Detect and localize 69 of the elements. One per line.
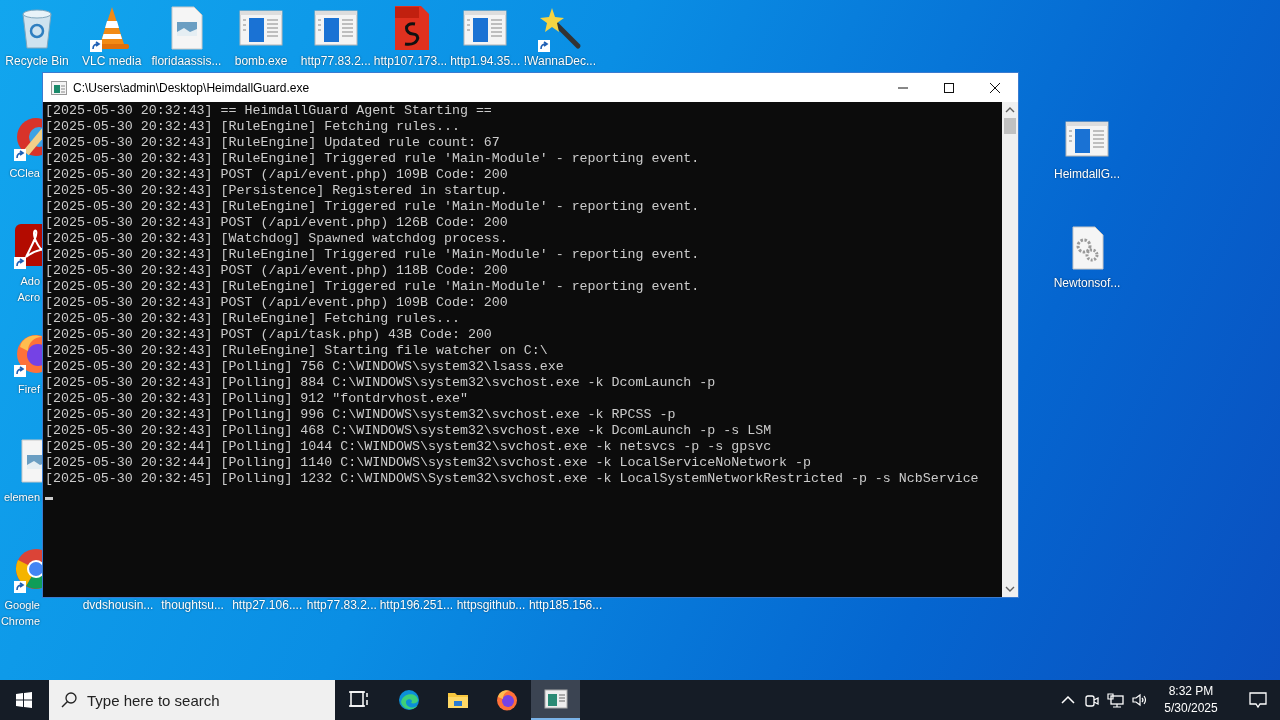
browser-icon xyxy=(494,688,519,712)
icon-label[interactable]: dvdshousin... xyxy=(82,598,154,612)
scroll-up-icon[interactable] xyxy=(1005,106,1015,114)
console-line: [2025-05-30 20:32:43] POST (/api/event.php) 109B Code: 200 xyxy=(45,295,508,311)
icon-label[interactable]: floridaassis... xyxy=(151,54,222,68)
text-cursor xyxy=(45,497,53,500)
icon-label[interactable]: http1.94.35... xyxy=(450,54,521,68)
icon-label[interactable]: !WannaDec... xyxy=(523,54,596,68)
icon-label[interactable]: Firef xyxy=(0,381,40,397)
icon-label[interactable]: VLC media xyxy=(82,54,142,68)
icon-label[interactable]: thoughtsu... xyxy=(161,598,224,612)
icon-label[interactable]: http77.83.2... xyxy=(300,54,371,68)
console-line: [2025-05-30 20:32:43] [RuleEngine] Triggered rule 'Main-Module' - reporting event. xyxy=(45,199,700,215)
icon-label[interactable]: Google Chrome xyxy=(0,597,40,629)
close-icon xyxy=(989,81,1001,94)
window-title: C:\Users\admin\Desktop\HeimdallGuard.exe xyxy=(73,80,311,95)
console-line: [2025-05-30 20:32:43] [RuleEngine] Triggered rule 'Main-Module' - reporting event. xyxy=(45,247,700,263)
icon-label[interactable]: bomb.exe xyxy=(234,54,288,68)
clock-time: 8:32 PM xyxy=(1168,683,1214,700)
icon-label[interactable]: httpsgithub... xyxy=(456,598,526,612)
console-line: [2025-05-30 20:32:43] POST (/api/task.php) 43B Code: 200 xyxy=(45,327,492,343)
icon-label[interactable]: elemen xyxy=(0,489,40,505)
console-line: [2025-05-30 20:32:44] [Polling] 1044 C:\WINDOWS\system32\svchost.exe -k netsvcs -p -s gpsvc xyxy=(45,439,772,455)
icon-label[interactable]: Ado Acro xyxy=(0,273,40,305)
icon-label[interactable]: HeimdallG... xyxy=(1054,167,1120,181)
speech-bubble-icon xyxy=(1248,690,1268,710)
taskbar-button[interactable] xyxy=(531,680,580,720)
console-line: [2025-05-30 20:32:43] == HeimdallGuard Agent Starting == xyxy=(45,103,492,119)
scroll-down-icon[interactable] xyxy=(1005,585,1015,593)
maximize-icon xyxy=(943,81,955,94)
console-app-icon xyxy=(51,80,67,95)
icon-label[interactable]: http77.83.2... xyxy=(306,598,377,612)
console-line: [2025-05-30 20:32:43] [Polling] 756 C:\WINDOWS\system32\lsass.exe xyxy=(45,359,564,375)
console-line: [2025-05-30 20:32:43] [RuleEngine] Fetching rules... xyxy=(45,119,460,135)
pdf-app-icon[interactable] xyxy=(12,221,42,269)
clock-date: 5/30/2025 xyxy=(1164,700,1218,717)
console-line: [2025-05-30 20:32:43] [RuleEngine] Starting file watcher on C:\ xyxy=(45,343,548,359)
windows-logo-icon xyxy=(16,692,32,708)
console-line: [2025-05-30 20:32:44] [Polling] 1140 C:\WINDOWS\system32\svchost.exe -k LocalServiceNoNetwork -p xyxy=(45,455,812,471)
search-field[interactable]: Type here to search xyxy=(49,680,335,720)
scroll-thumb[interactable] xyxy=(1004,118,1016,134)
chevron-up-icon xyxy=(1061,696,1075,704)
icon-label[interactable]: http185.156... xyxy=(528,598,603,612)
clock[interactable]: 8:32 PM 5/30/2025 xyxy=(1152,680,1230,720)
console-line: [2025-05-30 20:32:43] POST (/api/event.php) 109B Code: 200 xyxy=(45,167,508,183)
icon-label[interactable]: http27.106.... xyxy=(232,598,303,612)
console-line: [2025-05-30 20:32:43] [RuleEngine] Updated rule count: 67 xyxy=(45,135,500,151)
network-icon xyxy=(1107,691,1125,709)
scrollbar[interactable] xyxy=(1002,102,1018,597)
app-window-icon xyxy=(543,687,568,711)
console-line: [2025-05-30 20:32:43] [Polling] 884 C:\WINDOWS\system32\svchost.exe -k DcomLaunch -p xyxy=(45,375,716,391)
console-line: [2025-05-30 20:32:43] [Persistence] Registered in startup. xyxy=(45,183,508,199)
console-line: [2025-05-30 20:32:43] POST (/api/event.php) 126B Code: 200 xyxy=(45,215,508,231)
console-line: [2025-05-30 20:32:43] [Watchdog] Spawned watchdog process. xyxy=(45,231,508,247)
console-line: [2025-05-30 20:32:43] [RuleEngine] Triggered rule 'Main-Module' - reporting event. xyxy=(45,151,700,167)
browser-icon xyxy=(396,688,421,712)
console-line: [2025-05-30 20:32:43] [Polling] 996 C:\WINDOWS\system32\svchost.exe -k RPCSS -p xyxy=(45,407,676,423)
console-line: [2025-05-30 20:32:43] [RuleEngine] Triggered rule 'Main-Module' - reporting event. xyxy=(45,279,700,295)
icon-label[interactable]: http196.251... xyxy=(379,598,454,612)
volume-icon xyxy=(1131,691,1149,709)
console-line: [2025-05-30 20:32:43] [Polling] 468 C:\WINDOWS\system32\svchost.exe -k DcomLaunch -p -s LSM xyxy=(45,423,772,439)
console-line: [2025-05-30 20:32:43] [RuleEngine] Fetching rules... xyxy=(45,311,460,327)
icon-label[interactable]: Newtonsof... xyxy=(1053,276,1121,290)
icon-label[interactable]: Recycle Bin xyxy=(5,54,69,68)
console-line: [2025-05-30 20:32:43] POST (/api/event.php) 118B Code: 200 xyxy=(45,263,508,279)
console-line: [2025-05-30 20:32:43] [Polling] 912 "fontdrvhost.exe" xyxy=(45,391,468,407)
icon-label[interactable]: CClea xyxy=(0,165,40,181)
icon-label[interactable]: http107.173... xyxy=(373,54,448,68)
console-line: [2025-05-30 20:32:45] [Polling] 1232 C:\WINDOWS\System32\svchost.exe -k LocalSystemNetworkRestricted -p -s NcbService xyxy=(45,471,979,487)
